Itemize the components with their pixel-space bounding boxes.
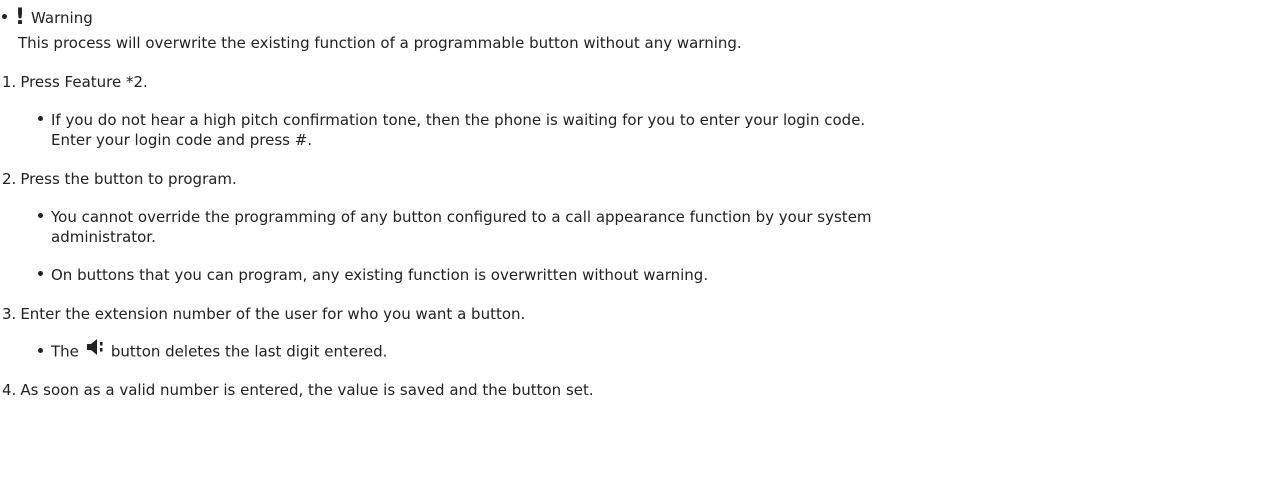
bullet [38, 271, 43, 276]
step-text: As soon as a valid number is entered, th… [20, 381, 594, 399]
step-number: 3. [2, 305, 17, 323]
step-4: 4. As soon as a valid number is entered, … [2, 381, 594, 399]
step-text: Press the button to program. [20, 170, 237, 188]
step-number: 4. [2, 381, 17, 399]
list-item-text: The [51, 342, 79, 361]
warning-text: This process will overwrite the existing… [18, 34, 742, 52]
step-number: 1. [2, 73, 17, 91]
list-item-continuation: administrator. [51, 228, 156, 246]
step-text: Press Feature *2. [20, 73, 148, 91]
list-item: If you do not hear a high pitch confirma… [38, 111, 865, 129]
step-number: 2. [2, 170, 17, 188]
list-item-text: You cannot override the programming of a… [51, 208, 872, 226]
step-2: 2. Press the button to program. [2, 170, 237, 188]
list-item-continuation: Enter your login code and press #. [51, 131, 313, 149]
speaker-delete-icon [85, 338, 107, 360]
bullet [2, 14, 7, 19]
bullet [38, 116, 43, 121]
exclamation-icon: ! [15, 5, 26, 30]
bullet [38, 213, 43, 218]
step-3: 3. Enter the extension number of the user… [2, 305, 525, 323]
list-item-text: button deletes the last digit entered. [110, 342, 388, 361]
list-item-text: If you do not hear a high pitch confirma… [51, 111, 866, 129]
list-item: On buttons that you can program, any exi… [38, 266, 708, 284]
list-item: The button deletes the last digit entered… [38, 338, 388, 363]
list-item-text: On buttons that you can program, any exi… [51, 266, 709, 284]
bullet [38, 347, 43, 353]
warning-title: Warning [31, 9, 93, 27]
step-text: Enter the extension number of the user f… [20, 305, 526, 323]
warning-heading: ! Warning [2, 4, 93, 30]
step-1: 1. Press Feature *2. [2, 73, 148, 91]
list-item: You cannot override the programming of a… [38, 208, 872, 226]
